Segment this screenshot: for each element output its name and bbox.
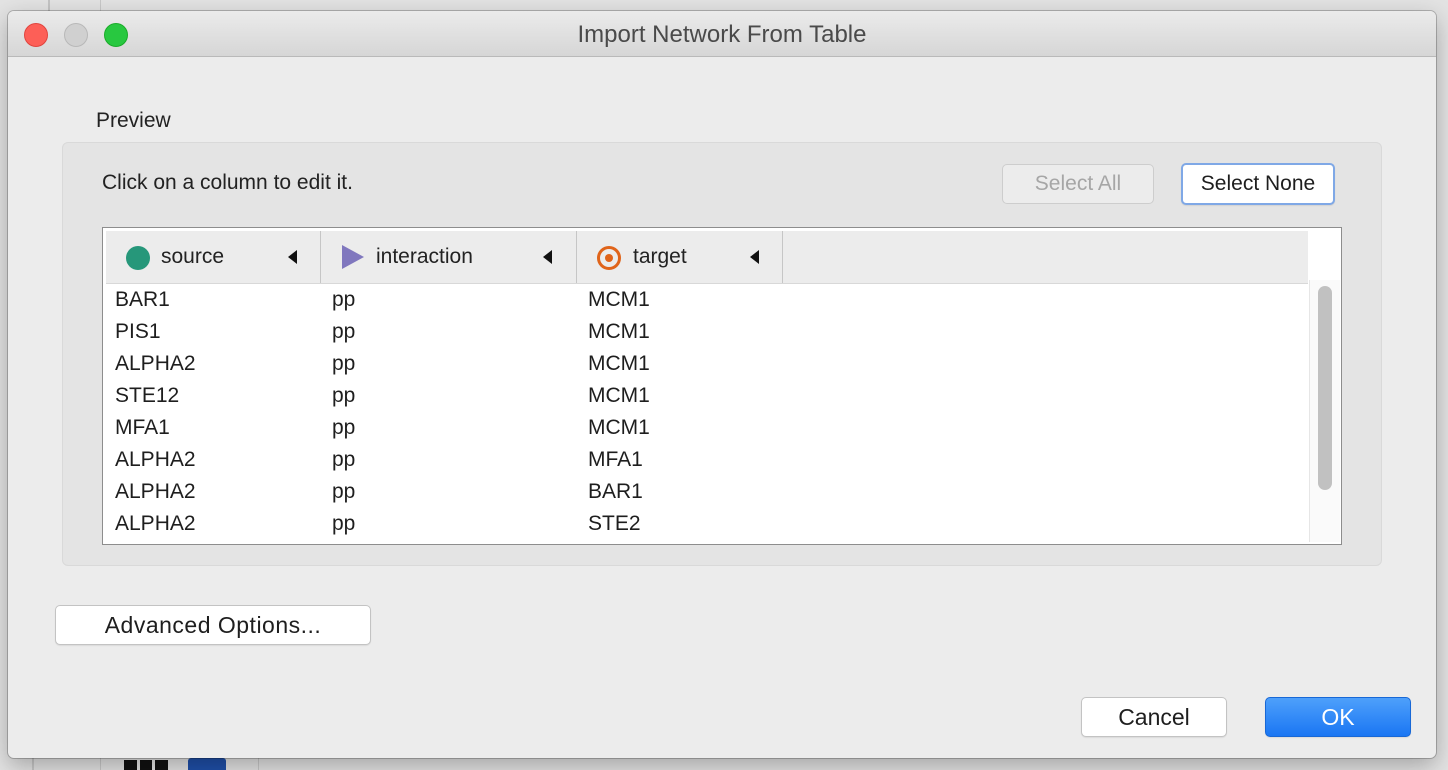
preview-table: source interaction target BAR1 pp MCM1 P… [102, 227, 1342, 545]
target-cell: MCM1 [588, 352, 650, 375]
scrollbar-thumb[interactable] [1318, 286, 1332, 490]
column-header-label: target [633, 245, 687, 268]
table-row[interactable]: ALPHA2 pp MCM1 [103, 348, 1308, 380]
interaction-cell: pp [332, 480, 356, 503]
table-row[interactable]: ALPHA2 pp BAR1 [103, 476, 1308, 508]
source-cell: STE12 [115, 384, 180, 407]
cancel-button[interactable]: Cancel [1081, 697, 1227, 737]
target-cell: MCM1 [588, 384, 650, 407]
column-menu-arrow-icon[interactable] [750, 250, 759, 264]
target-cell: MCM1 [588, 288, 650, 311]
target-cell: MCM1 [588, 416, 650, 439]
column-menu-arrow-icon[interactable] [543, 250, 552, 264]
table-row[interactable]: ALPHA2 pp MFA1 [103, 444, 1308, 476]
source-cell: ALPHA2 [115, 448, 196, 471]
column-header-label: source [161, 245, 225, 268]
select-none-button[interactable]: Select None [1181, 163, 1335, 205]
background-divider [258, 756, 259, 770]
interaction-cell: pp [332, 288, 356, 311]
preview-label: Preview [96, 109, 171, 132]
title-bar: Import Network From Table [8, 11, 1436, 57]
target-cell: MFA1 [588, 448, 643, 471]
background-toolbar-icon [188, 758, 226, 770]
ok-button[interactable]: OK [1265, 697, 1411, 737]
table-row[interactable]: BAR1 pp MCM1 [103, 284, 1308, 316]
target-node-icon [597, 246, 621, 270]
select-all-button[interactable]: Select All [1002, 164, 1154, 204]
source-node-icon [126, 246, 150, 270]
table-row[interactable]: STE12 pp MCM1 [103, 380, 1308, 412]
source-cell: MFA1 [115, 416, 170, 439]
background-divider [100, 756, 101, 770]
source-cell: BAR1 [115, 288, 170, 311]
target-cell: MCM1 [588, 320, 650, 343]
column-header-source[interactable]: source [106, 231, 321, 283]
background-toolbar-icon [124, 760, 168, 770]
column-header-target[interactable]: target [577, 231, 783, 283]
window-title: Import Network From Table [577, 21, 867, 48]
source-cell: ALPHA2 [115, 480, 196, 503]
source-cell: ALPHA2 [115, 352, 196, 375]
source-cell: PIS1 [115, 320, 161, 343]
table-row[interactable]: PIS1 pp MCM1 [103, 316, 1308, 348]
interaction-cell: pp [332, 416, 356, 439]
import-dialog: Import Network From Table Preview Click … [8, 11, 1436, 758]
table-header: source interaction target [106, 231, 1308, 284]
interaction-cell: pp [332, 384, 356, 407]
table-row[interactable]: ALPHA2 pp STE2 [103, 508, 1308, 540]
interaction-cell: pp [332, 352, 356, 375]
column-header-label: interaction [376, 245, 473, 268]
interaction-icon [342, 245, 364, 269]
column-menu-arrow-icon[interactable] [288, 250, 297, 264]
target-cell: BAR1 [588, 480, 643, 503]
advanced-options-button[interactable]: Advanced Options... [55, 605, 371, 645]
interaction-cell: pp [332, 448, 356, 471]
table-row[interactable]: MFA1 pp MCM1 [103, 412, 1308, 444]
source-cell: ALPHA2 [115, 512, 196, 535]
target-cell: STE2 [588, 512, 641, 535]
column-header-interaction[interactable]: interaction [321, 231, 577, 283]
background-divider [32, 756, 34, 770]
interaction-cell: pp [332, 320, 356, 343]
preview-instruction: Click on a column to edit it. [102, 171, 353, 194]
header-gutter [1309, 231, 1339, 280]
interaction-cell: pp [332, 512, 356, 535]
vertical-scrollbar[interactable] [1309, 280, 1340, 542]
